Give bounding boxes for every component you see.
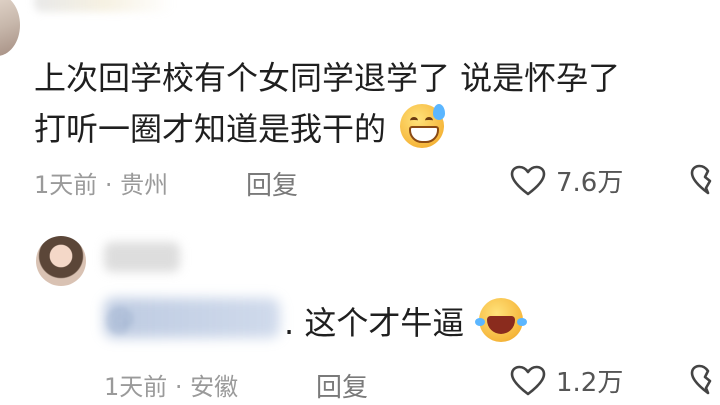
username-blurred[interactable] (104, 242, 180, 272)
comment-meta: 1天前 · 安徽 (104, 373, 239, 401)
avatar[interactable] (36, 236, 86, 286)
like-button[interactable]: 7.6万 (510, 162, 623, 199)
reply-text: . 这个才牛逼 (284, 298, 527, 343)
username-blurred[interactable] (34, 0, 174, 12)
comment-text: 打听一圈才知道是我干的 (34, 110, 387, 148)
like-count: 1.2万 (556, 368, 624, 398)
mention-text[interactable]: @ (106, 302, 134, 335)
broken-heart-icon[interactable] (690, 164, 720, 196)
grin-sweat-emoji-icon (400, 104, 446, 148)
comment-text-line-2: 打听一圈才知道是我干的 (34, 104, 446, 149)
reply-button[interactable]: 回复 (316, 367, 368, 404)
heart-outline-icon (510, 365, 546, 395)
comment-text: . 这个才牛逼 (284, 304, 465, 342)
reply-button[interactable]: 回复 (246, 165, 298, 202)
like-button[interactable]: 1.2万 (510, 362, 623, 399)
like-count: 7.6万 (556, 168, 624, 198)
comment-text-line-1: 上次回学校有个女同学退学了 说是怀孕了 (34, 59, 621, 97)
broken-heart-icon[interactable] (690, 364, 720, 396)
heart-outline-icon (510, 165, 546, 195)
avatar[interactable] (0, 0, 20, 56)
laugh-tears-emoji-icon (474, 298, 527, 342)
comment-meta: 1天前 · 贵州 (34, 171, 169, 199)
